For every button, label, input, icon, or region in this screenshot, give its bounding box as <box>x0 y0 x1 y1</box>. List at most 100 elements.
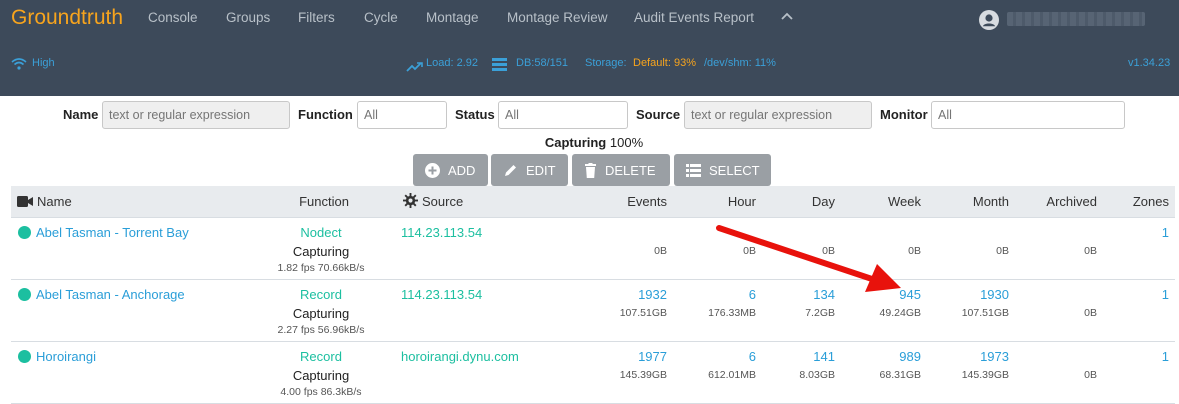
events-size: 0B <box>654 244 667 257</box>
th-name[interactable]: Name <box>11 186 251 217</box>
archived-size: 0B <box>1084 368 1097 381</box>
select-button[interactable]: SELECT <box>674 154 771 186</box>
user-avatar-icon[interactable] <box>979 10 999 30</box>
user-name-blurred[interactable] <box>1007 12 1145 26</box>
status-dot-icon <box>18 287 31 301</box>
monitor-name-link[interactable]: Abel Tasman - Torrent Bay <box>36 225 189 240</box>
table-row: Horoirangi Record Capturing 4.00 fps 86.3k… <box>11 341 1175 403</box>
archived-size: 0B <box>1084 244 1097 257</box>
filter-name-label: Name <box>63 107 99 122</box>
nav-audit-events-report[interactable]: Audit Events Report <box>634 10 754 25</box>
brand-logo[interactable]: Groundtruth <box>11 6 123 30</box>
hour-count[interactable]: 6 <box>749 349 756 364</box>
filter-status-select[interactable] <box>498 101 628 129</box>
monitor-name-cell: Horoirangi <box>11 341 251 403</box>
storage-default: Default: 93% <box>633 57 696 69</box>
capturing-summary: Capturing 100% <box>0 135 1179 150</box>
hour-size: 176.33MB <box>708 306 756 319</box>
nav-filters[interactable]: Filters <box>298 10 335 25</box>
table-row: Abel Tasman - Anchorage Record Capturing 2… <box>11 279 1175 341</box>
day-count[interactable]: 141 <box>813 349 835 364</box>
archived-cell: ​0B <box>1015 217 1103 279</box>
fps-text: 2.27 fps 56.96kB/s <box>277 323 365 336</box>
archived-size: 0B <box>1084 306 1097 319</box>
month-count[interactable]: 1930 <box>980 287 1009 302</box>
capturing-value: 100% <box>609 135 644 150</box>
zones-cell: 1 <box>1103 341 1175 403</box>
filter-function-label: Function <box>298 107 353 122</box>
monitor-name-link[interactable]: Abel Tasman - Anchorage <box>36 287 185 302</box>
database-icon <box>492 58 507 76</box>
th-events[interactable]: Events <box>581 186 673 217</box>
th-name-label: Name <box>37 193 72 209</box>
edit-button[interactable]: EDIT <box>491 154 568 186</box>
week-cell: 989 68.31GB <box>841 341 927 403</box>
events-cell: 1977 145.39GB <box>581 341 673 403</box>
nav-groups[interactable]: Groups <box>226 10 270 25</box>
source-link[interactable]: 114.23.113.54 <box>401 225 482 240</box>
filter-monitor-select[interactable] <box>931 101 1125 129</box>
status-dot-icon <box>18 225 31 239</box>
th-archived[interactable]: Archived <box>1015 186 1103 217</box>
filter-bar: Name Function Status Source Monitor <box>0 101 1179 129</box>
week-count[interactable]: 989 <box>899 349 921 364</box>
events-size: 107.51GB <box>619 306 667 319</box>
delete-button[interactable]: DELETE <box>572 154 670 186</box>
filter-source-input[interactable] <box>684 101 872 129</box>
filter-name-input[interactable] <box>102 101 290 129</box>
th-day[interactable]: Day <box>762 186 841 217</box>
status-dot-icon <box>18 349 31 363</box>
filter-monitor-label: Monitor <box>880 107 928 122</box>
th-zones[interactable]: Zones <box>1103 186 1175 217</box>
month-cell: ​0B <box>927 217 1015 279</box>
events-count[interactable]: 1932 <box>638 287 667 302</box>
edit-button-label: EDIT <box>526 162 556 178</box>
th-week[interactable]: Week <box>841 186 927 217</box>
month-count[interactable]: 1973 <box>980 349 1009 364</box>
th-hour[interactable]: Hour <box>673 186 762 217</box>
source-link[interactable]: 114.23.113.54 <box>401 287 482 302</box>
add-button-label: ADD <box>448 162 476 178</box>
monitor-table: Name Function Source Events Hour Day Wee… <box>11 186 1175 404</box>
month-size: 0B <box>996 244 1009 257</box>
month-cell: 1973 145.39GB <box>927 341 1015 403</box>
th-source[interactable]: Source <box>397 186 581 217</box>
filter-function-select[interactable] <box>357 101 447 129</box>
monitor-name-cell: Abel Tasman - Torrent Bay <box>11 217 251 279</box>
source-link[interactable]: horoirangi.dynu.com <box>401 349 519 364</box>
zones-cell: 1 <box>1103 217 1175 279</box>
select-button-label: SELECT <box>709 162 760 178</box>
function-link[interactable]: Nodect <box>300 225 341 240</box>
nav-console[interactable]: Console <box>148 10 198 25</box>
chevron-up-icon[interactable] <box>781 10 793 25</box>
wifi-icon <box>11 57 27 75</box>
zones-link[interactable]: 1 <box>1162 287 1169 302</box>
th-function[interactable]: Function <box>251 186 397 217</box>
day-size: 8.03GB <box>799 368 835 381</box>
zones-link[interactable]: 1 <box>1162 225 1169 240</box>
source-cell: 114.23.113.54 <box>397 217 581 279</box>
nav-montage-review[interactable]: Montage Review <box>507 10 608 25</box>
th-month[interactable]: Month <box>927 186 1015 217</box>
plus-circle-icon <box>425 162 440 178</box>
monitor-name-cell: Abel Tasman - Anchorage <box>11 279 251 341</box>
zones-link[interactable]: 1 <box>1162 349 1169 364</box>
capturing-text: Capturing <box>292 243 350 259</box>
video-camera-icon <box>17 195 33 207</box>
th-source-label: Source <box>422 194 464 210</box>
table-row: Abel Tasman - Torrent Bay Nodect Capturin… <box>11 217 1175 279</box>
events-cell: ​0B <box>581 217 673 279</box>
monitor-name-link[interactable]: Horoirangi <box>36 349 96 364</box>
gear-icon <box>403 193 418 209</box>
events-cell: 1932 107.51GB <box>581 279 673 341</box>
nav-cycle[interactable]: Cycle <box>364 10 398 25</box>
day-cell: 141 8.03GB <box>762 341 841 403</box>
source-cell: horoirangi.dynu.com <box>397 341 581 403</box>
nav-montage[interactable]: Montage <box>426 10 479 25</box>
week-size: 49.24GB <box>879 306 921 319</box>
function-link[interactable]: Record <box>300 287 342 302</box>
add-button[interactable]: ADD <box>413 154 488 186</box>
function-link[interactable]: Record <box>300 349 342 364</box>
events-count[interactable]: 1977 <box>638 349 667 364</box>
hour-size: 612.01MB <box>708 368 756 381</box>
